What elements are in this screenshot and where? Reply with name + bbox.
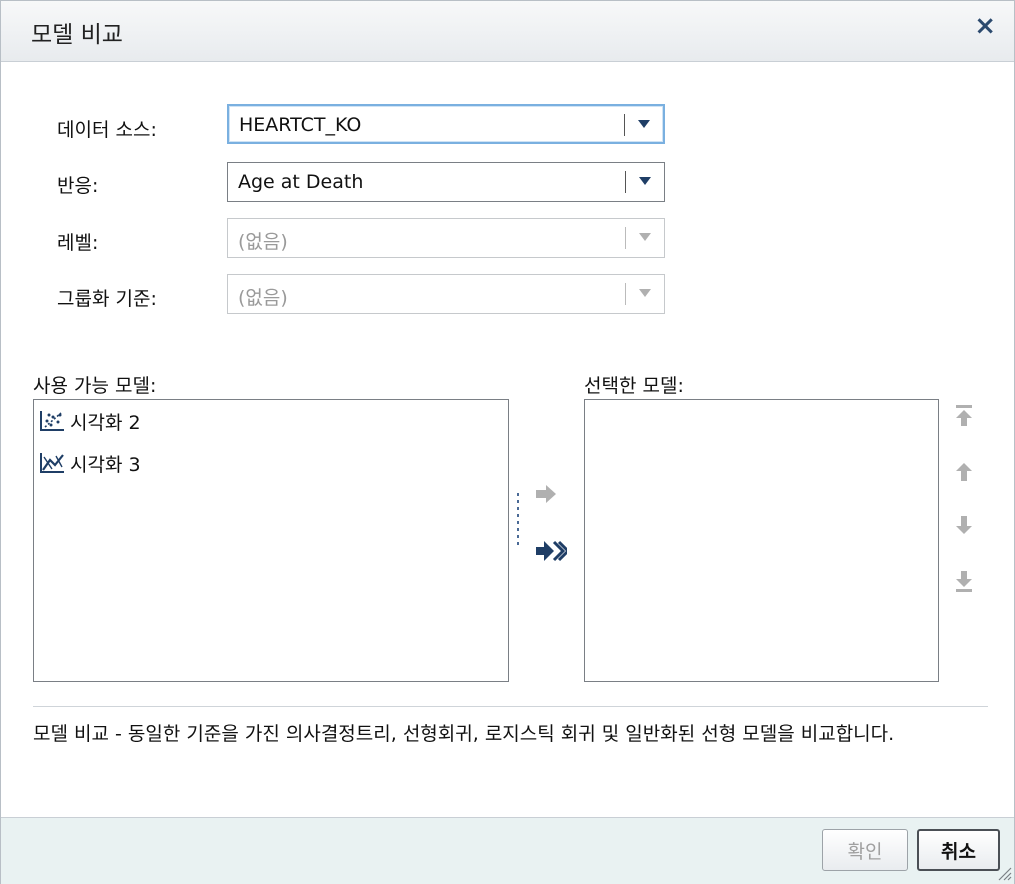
- chevron-down-icon: [639, 289, 651, 297]
- chevron-down-icon: [639, 233, 651, 241]
- list-item-label: 시각화 2: [70, 411, 141, 434]
- list-item[interactable]: 시각화 2: [38, 406, 141, 436]
- list-item-label: 시각화 3: [70, 453, 141, 476]
- combo-separator: [625, 227, 626, 249]
- scatter-plot-icon: [40, 411, 64, 431]
- response-label: 반응:: [57, 175, 99, 197]
- move-to-top-icon: [956, 405, 972, 426]
- response-value: Age at Death: [238, 171, 364, 193]
- combo-separator: [625, 283, 626, 305]
- combo-separator: [624, 114, 625, 136]
- dialog-title: 모델 비교: [31, 22, 123, 48]
- group-by-label: 그룹화 기준:: [57, 288, 157, 310]
- group-by-value: (없음): [238, 287, 288, 309]
- dialog-description: 모델 비교 - 동일한 기준을 가진 의사결정트리, 선형회귀, 로지스틱 회귀…: [33, 723, 895, 745]
- close-icon[interactable]: ×: [974, 11, 996, 41]
- selected-models-label: 선택한 모델:: [584, 375, 684, 397]
- move-all-right-icon[interactable]: [535, 539, 567, 563]
- data-source-label: 데이터 소스:: [57, 119, 157, 141]
- chevron-down-icon[interactable]: [639, 177, 651, 185]
- data-source-combobox[interactable]: HEARTCT_KO: [227, 104, 665, 144]
- splitter-handle[interactable]: [515, 491, 521, 547]
- line-fit-plot-icon: [40, 453, 64, 473]
- chevron-down-icon[interactable]: [638, 120, 650, 128]
- move-to-bottom-icon: [956, 571, 972, 592]
- level-label: 레벨:: [57, 232, 99, 254]
- move-up-icon: [956, 463, 972, 481]
- group-by-combobox: (없음): [227, 274, 665, 314]
- divider: [33, 706, 988, 707]
- ok-button[interactable]: 확인: [822, 829, 908, 871]
- level-value: (없음): [238, 231, 288, 253]
- selected-models-list[interactable]: [584, 399, 939, 682]
- data-source-value: HEARTCT_KO: [239, 114, 362, 136]
- resize-grip-icon[interactable]: [994, 863, 1012, 881]
- response-combobox[interactable]: Age at Death: [227, 162, 665, 202]
- available-models-list[interactable]: 시각화 2 시각화 3: [33, 399, 509, 682]
- available-models-label: 사용 가능 모델:: [33, 375, 157, 397]
- combo-separator: [625, 171, 626, 193]
- move-right-icon[interactable]: [535, 483, 559, 505]
- move-down-icon: [956, 516, 972, 534]
- list-item[interactable]: 시각화 3: [38, 448, 141, 478]
- cancel-button[interactable]: 취소: [917, 829, 1000, 871]
- dialog-titlebar[interactable]: 모델 비교 ×: [1, 1, 1014, 62]
- level-combobox: (없음): [227, 218, 665, 258]
- model-compare-dialog: 모델 비교 × 데이터 소스: HEARTCT_KO 반응: Age at De…: [0, 0, 1015, 884]
